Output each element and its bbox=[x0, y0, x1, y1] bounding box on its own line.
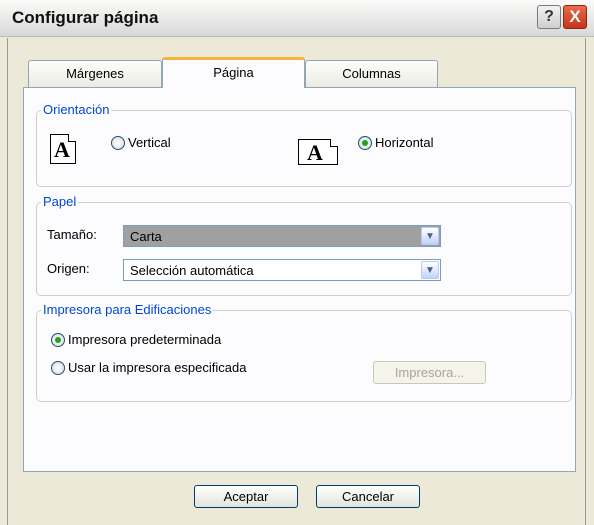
portrait-page-letter: A bbox=[54, 137, 70, 162]
size-select-value: Carta bbox=[130, 229, 162, 244]
default-printer-label[interactable]: Impresora predeterminada bbox=[68, 332, 221, 348]
chevron-down-icon[interactable]: ▼ bbox=[421, 227, 439, 245]
close-button[interactable]: X bbox=[563, 5, 587, 29]
horizontal-radio[interactable] bbox=[358, 136, 372, 150]
paper-group: Papel bbox=[36, 194, 572, 296]
size-label: Tamaño: bbox=[47, 227, 97, 242]
default-printer-radio[interactable] bbox=[51, 333, 65, 347]
printer-group-label: Impresora para Edificaciones bbox=[41, 302, 214, 318]
source-label: Origen: bbox=[47, 261, 90, 276]
specified-printer-label[interactable]: Usar la impresora especificada bbox=[68, 360, 246, 376]
orientation-group-label: Orientación bbox=[41, 102, 112, 118]
source-select-value: Selección automática bbox=[130, 263, 254, 278]
portrait-page-icon: A bbox=[50, 134, 76, 164]
horizontal-radio-label[interactable]: Horizontal bbox=[375, 135, 434, 151]
landscape-page-icon: A bbox=[298, 139, 338, 165]
paper-group-label: Papel bbox=[41, 194, 79, 210]
printer-group: Impresora para Edificaciones bbox=[36, 302, 572, 402]
cancel-button[interactable]: Cancelar bbox=[316, 485, 420, 508]
vertical-radio[interactable] bbox=[111, 136, 125, 150]
specified-printer-radio[interactable] bbox=[51, 361, 65, 375]
printer-button[interactable]: Impresora... bbox=[373, 361, 486, 384]
vertical-radio-label[interactable]: Vertical bbox=[128, 135, 171, 151]
page-setup-dialog: Configurar página ? X Márgenes Página Co… bbox=[0, 0, 594, 525]
help-button[interactable]: ? bbox=[537, 5, 561, 29]
chevron-down-icon[interactable]: ▼ bbox=[421, 261, 439, 279]
tab-margenes[interactable]: Márgenes bbox=[28, 60, 162, 87]
ok-button[interactable]: Aceptar bbox=[194, 485, 298, 508]
landscape-page-letter: A bbox=[307, 140, 323, 165]
window-title: Configurar página bbox=[12, 8, 159, 27]
tab-columnas[interactable]: Columnas bbox=[305, 60, 438, 87]
source-select[interactable]: Selección automática ▼ bbox=[123, 259, 441, 281]
tab-pagina[interactable]: Página bbox=[162, 57, 305, 88]
title-bar[interactable]: Configurar página ? X bbox=[0, 0, 594, 37]
size-select[interactable]: Carta ▼ bbox=[123, 225, 441, 247]
